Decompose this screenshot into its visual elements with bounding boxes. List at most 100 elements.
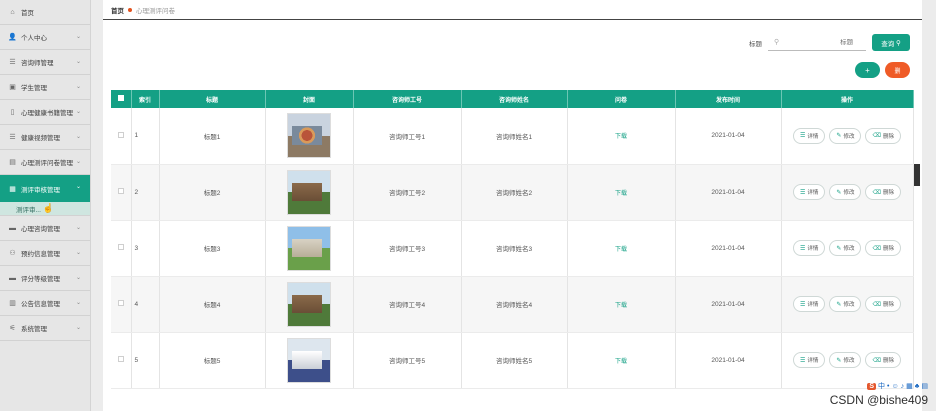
column-header: 操作	[781, 90, 914, 108]
row-checkbox[interactable]	[117, 131, 124, 138]
chat-icon: ▬	[9, 224, 16, 232]
sidebar-item[interactable]: ⌂ 首页	[0, 0, 90, 25]
row-file-cell: 下载	[567, 276, 676, 333]
row-file-cell: 下载	[567, 220, 676, 277]
chevron-down-icon: ⌄	[75, 225, 81, 231]
sidebar-item[interactable]: ☰ 健康视频管理 ⌄	[0, 125, 90, 150]
notice-icon: ▥	[9, 300, 16, 307]
row-title: 标题3	[159, 220, 266, 277]
sidebar-subitem[interactable]: 测评审... ☝	[0, 202, 90, 216]
row-checkbox-cell[interactable]	[111, 108, 132, 165]
sidebar-item[interactable]: ▬ 评分等级管理 ⌄	[0, 266, 90, 291]
row-checkbox-cell[interactable]	[111, 276, 132, 333]
sidebar-item[interactable]: ▯ 心理健康书籍管理 ⌄	[0, 100, 90, 125]
detail-button-label: 详情	[807, 133, 819, 140]
query-button[interactable]: 查询 ⚲	[872, 34, 910, 51]
sidebar-item-label: 预约信息管理	[21, 251, 60, 258]
edit-button-label: 修改	[843, 302, 855, 308]
detail-button[interactable]: ☰ 详情	[793, 127, 826, 144]
row-delete-button[interactable]: ⌫ 删除	[865, 296, 901, 312]
sidebar-item[interactable]: ⚇ 预约信息管理 ⌄	[0, 241, 90, 266]
home-icon: ⌂	[10, 8, 15, 16]
sidebar-item[interactable]: ▤ 心理测评问卷管理 ⌄	[0, 150, 90, 175]
search-icon: ⚲	[896, 39, 901, 47]
column-header: 发布时间	[675, 90, 782, 108]
book-icon: ▯	[10, 109, 15, 116]
search-icon: ⚲	[774, 39, 780, 46]
search-field[interactable]: ⚲	[768, 35, 866, 51]
sidebar-item[interactable]: ⚟ 系统管理 ⌄	[0, 316, 90, 341]
sidebar-item[interactable]: ☰ 咨询师管理 ⌄	[0, 50, 90, 75]
detail-button[interactable]: ☰ 详情	[793, 352, 826, 368]
row-delete-button-label: 删除	[882, 246, 894, 252]
detail-icon: ☰	[800, 245, 806, 252]
detail-button[interactable]: ☰ 详情	[793, 296, 826, 312]
sidebar-item[interactable]: ▥ 公告信息管理 ⌄	[0, 291, 90, 316]
sidebar-item-label: 健康视频管理	[21, 135, 60, 142]
row-checkbox[interactable]	[117, 244, 124, 250]
download-link[interactable]: 下载	[615, 134, 627, 140]
chevron-down-icon: ⌄	[75, 84, 81, 90]
ime-toolbar: S 中 • ☺ ♪ ▦ ♣ ▤	[867, 381, 928, 391]
row-date: 2021-01-04	[675, 276, 782, 333]
sidebar-item-label: 评分等级管理	[21, 276, 60, 283]
edit-button[interactable]: ✎ 修改	[829, 352, 862, 368]
edit-button-label: 修改	[843, 358, 855, 364]
detail-button[interactable]: ☰ 详情	[793, 184, 826, 200]
row-delete-button[interactable]: ⌫ 删除	[865, 240, 901, 256]
edit-button[interactable]: ✎ 修改	[829, 127, 862, 144]
row-worker-id: 咨询师工号3	[353, 220, 462, 277]
sidebar: ⌂ 首页 👤 个人中心 ⌄ ☰ 咨询师管理 ⌄ ▣ 学生管理 ⌄ ▯ 心理健康书籍管理 ⌄ ☰ 健康视频管理 ⌄…	[0, 0, 91, 411]
download-link[interactable]: 下载	[615, 303, 627, 309]
edit-button[interactable]: ✎ 修改	[829, 184, 862, 200]
row-delete-button[interactable]: ⌫ 删除	[865, 352, 901, 368]
detail-icon: ☰	[800, 133, 806, 140]
search-input[interactable]	[783, 38, 866, 46]
select-all-checkbox[interactable]	[111, 90, 132, 108]
row-delete-button-label: 删除	[882, 302, 894, 308]
ime-skin-icon: ♣	[914, 382, 920, 390]
row-checkbox[interactable]	[117, 188, 124, 194]
delete-button[interactable]: 删	[885, 62, 910, 78]
edit-button-label: 修改	[843, 190, 855, 196]
trash-icon: ⌫	[872, 189, 881, 196]
chevron-down-icon: ⌄	[75, 159, 81, 165]
detail-button-label: 详情	[807, 358, 819, 364]
detail-button[interactable]: ☰ 详情	[793, 240, 826, 256]
settings-icon: ⚟	[9, 325, 16, 332]
query-button-label: 查询	[881, 40, 895, 48]
edit-button[interactable]: ✎ 修改	[829, 296, 862, 312]
sidebar-item[interactable]: ▬ 心理咨询管理 ⌄	[0, 216, 90, 241]
edit-button[interactable]: ✎ 修改	[829, 240, 862, 256]
sidebar-item-label: 公告信息管理	[21, 301, 60, 308]
row-checkbox-cell[interactable]	[111, 164, 132, 221]
row-index: 3	[131, 220, 160, 277]
list-icon: ☰	[9, 59, 16, 66]
row-checkbox[interactable]	[117, 300, 124, 306]
sidebar-item[interactable]: ▣ 学生管理 ⌄	[0, 75, 90, 100]
row-delete-button[interactable]: ⌫ 删除	[865, 127, 901, 144]
download-link[interactable]: 下载	[615, 359, 627, 365]
row-index: 5	[131, 332, 160, 389]
row-delete-button[interactable]: ⌫ 删除	[865, 184, 901, 200]
trash-icon: ⌫	[872, 133, 881, 140]
download-link[interactable]: 下载	[615, 191, 627, 197]
row-worker-name: 咨询师姓名4	[461, 276, 568, 333]
add-button[interactable]: +	[855, 62, 880, 78]
row-file-cell: 下载	[567, 332, 676, 389]
breadcrumb-current: 心理测评问卷	[136, 7, 175, 15]
search-label: 标题	[749, 40, 762, 48]
download-link[interactable]: 下载	[615, 247, 627, 253]
sidebar-item[interactable]: 👤 个人中心 ⌄	[0, 25, 90, 50]
clipboard-icon: ▤	[9, 159, 16, 166]
row-checkbox-cell[interactable]	[111, 220, 132, 277]
sidebar-item[interactable]: ▦ 测评审核管理 ⌄	[0, 175, 90, 202]
edit-icon: ✎	[836, 301, 842, 308]
row-checkbox[interactable]	[117, 356, 124, 362]
row-cover-cell	[265, 220, 354, 277]
row-checkbox-cell[interactable]	[111, 332, 132, 389]
breadcrumb-home[interactable]: 首页	[111, 5, 124, 15]
row-date: 2021-01-04	[675, 332, 782, 389]
scrollbar-thumb[interactable]	[914, 164, 920, 186]
row-worker-id: 咨询师工号1	[353, 108, 462, 165]
